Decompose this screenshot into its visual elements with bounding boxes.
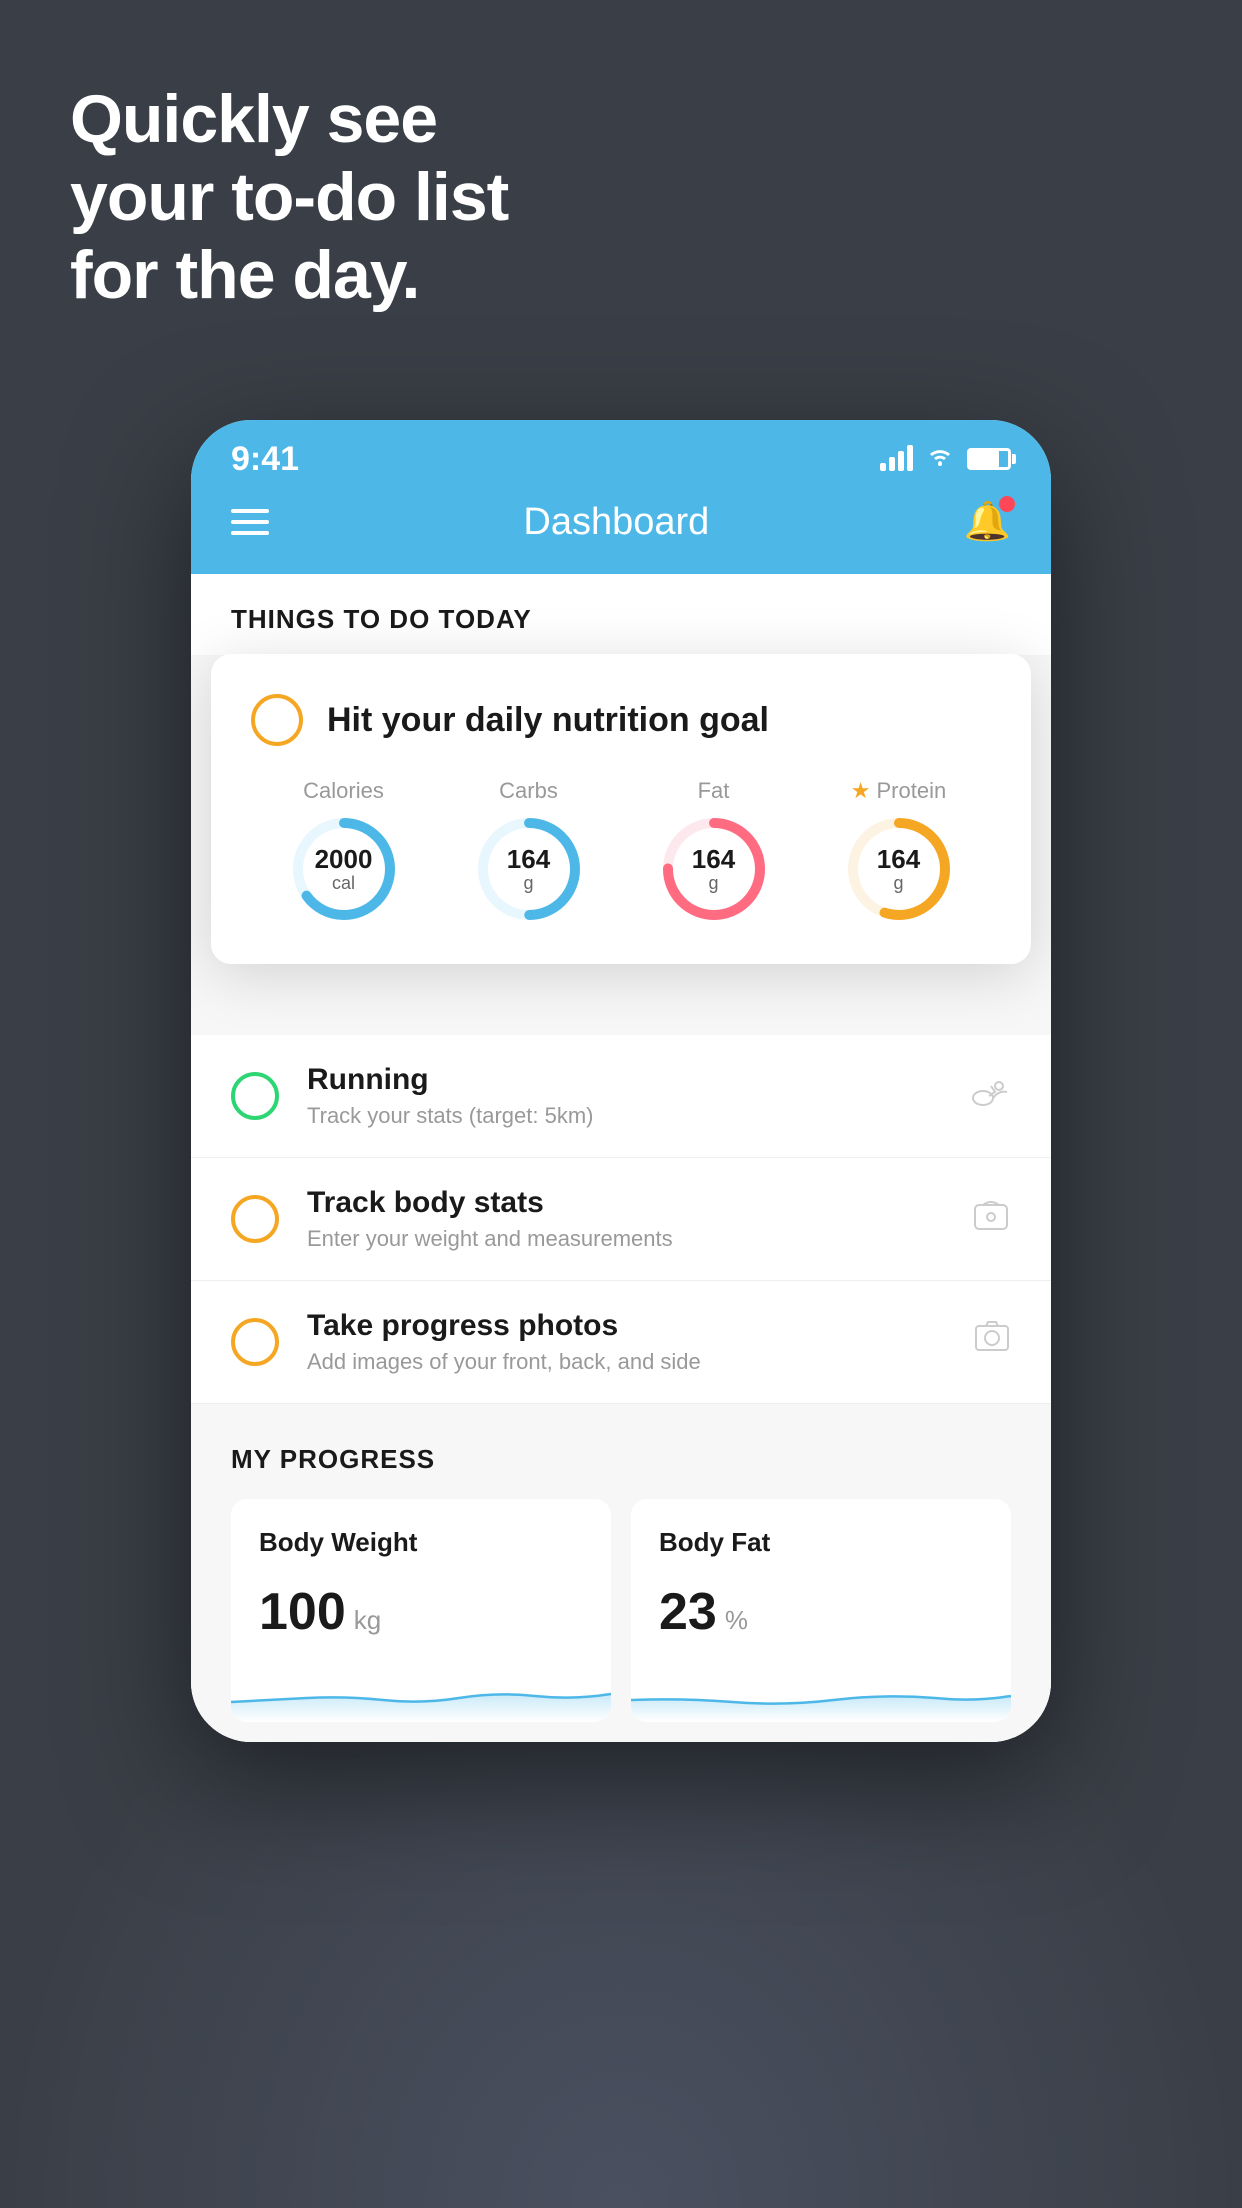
notification-button[interactable]: 🔔	[964, 500, 1011, 544]
running-icon	[971, 1076, 1011, 1117]
protein-unit: g	[877, 873, 920, 893]
phone-mockup: 9:41 Dashboard 🔔	[191, 420, 1051, 1742]
fat-label: Fat	[698, 778, 730, 804]
protein-label-row: ★ Protein	[851, 778, 946, 804]
photos-text: Take progress photos Add images of your …	[307, 1309, 945, 1375]
fat-value: 164	[692, 845, 735, 874]
nutrition-card: Hit your daily nutrition goal Calories 2…	[211, 654, 1031, 964]
running-title: Running	[307, 1063, 943, 1097]
running-text: Running Track your stats (target: 5km)	[307, 1063, 943, 1129]
protein-value: 164	[877, 845, 920, 874]
body-fat-unit: %	[725, 1605, 748, 1636]
body-fat-value: 23	[659, 1582, 717, 1642]
body-stats-title: Track body stats	[307, 1186, 943, 1220]
todo-list: Running Track your stats (target: 5km)	[191, 1035, 1051, 1404]
section-header: THINGS TO DO TODAY	[191, 574, 1051, 655]
todo-item-running[interactable]: Running Track your stats (target: 5km)	[191, 1035, 1051, 1158]
running-subtitle: Track your stats (target: 5km)	[307, 1103, 943, 1129]
body-weight-unit: kg	[354, 1605, 381, 1636]
nutrition-fat: Fat 164 g	[659, 778, 769, 924]
body-stats-text: Track body stats Enter your weight and m…	[307, 1186, 943, 1252]
scale-icon	[971, 1197, 1011, 1242]
progress-header: MY PROGRESS	[231, 1444, 1011, 1475]
todo-item-body-stats[interactable]: Track body stats Enter your weight and m…	[191, 1158, 1051, 1281]
carbs-value: 164	[507, 845, 550, 874]
carbs-ring: 164 g	[474, 814, 584, 924]
body-weight-card: Body Weight 100 kg	[231, 1499, 611, 1722]
fat-ring: 164 g	[659, 814, 769, 924]
carbs-label: Carbs	[499, 778, 558, 804]
body-weight-title: Body Weight	[259, 1527, 583, 1558]
status-icons	[880, 444, 1011, 474]
photos-circle	[231, 1318, 279, 1366]
body-fat-title: Body Fat	[659, 1527, 983, 1558]
photos-title: Take progress photos	[307, 1309, 945, 1343]
body-weight-value: 100	[259, 1582, 346, 1642]
body-weight-chart	[231, 1662, 611, 1722]
calories-ring: 2000 cal	[289, 814, 399, 924]
battery-icon	[967, 448, 1011, 470]
main-content: THINGS TO DO TODAY Hit your daily nutrit…	[191, 574, 1051, 1742]
protein-ring: 164 g	[844, 814, 954, 924]
nutrition-card-title: Hit your daily nutrition goal	[327, 701, 769, 740]
nutrition-protein: ★ Protein 164 g	[844, 778, 954, 924]
nutrition-circles: Calories 2000 cal Carbs	[251, 778, 991, 924]
body-fat-card: Body Fat 23 %	[631, 1499, 1011, 1722]
photo-icon	[973, 1320, 1011, 1365]
notification-dot	[999, 496, 1015, 512]
calories-value: 2000	[315, 845, 373, 874]
menu-button[interactable]	[231, 509, 269, 535]
task-circle-nutrition[interactable]	[251, 694, 303, 746]
nutrition-carbs: Carbs 164 g	[474, 778, 584, 924]
nav-bar: Dashboard 🔔	[191, 490, 1051, 574]
star-icon: ★	[851, 778, 871, 804]
status-bar: 9:41	[191, 420, 1051, 490]
nav-title: Dashboard	[523, 501, 709, 544]
running-circle	[231, 1072, 279, 1120]
fat-unit: g	[692, 873, 735, 893]
photos-subtitle: Add images of your front, back, and side	[307, 1349, 945, 1375]
progress-section: MY PROGRESS Body Weight 100 kg	[191, 1404, 1051, 1742]
hero-title: Quickly see your to-do list for the day.	[70, 80, 508, 315]
body-fat-value-row: 23 %	[659, 1582, 983, 1642]
signal-icon	[880, 447, 913, 471]
nutrition-calories: Calories 2000 cal	[289, 778, 399, 924]
wifi-icon	[925, 444, 955, 474]
body-fat-chart	[631, 1662, 1011, 1722]
todo-item-photos[interactable]: Take progress photos Add images of your …	[191, 1281, 1051, 1404]
status-time: 9:41	[231, 440, 299, 479]
body-weight-value-row: 100 kg	[259, 1582, 583, 1642]
carbs-unit: g	[507, 873, 550, 893]
body-stats-subtitle: Enter your weight and measurements	[307, 1226, 943, 1252]
calories-unit: cal	[315, 873, 373, 893]
protein-label: Protein	[877, 778, 947, 804]
progress-cards: Body Weight 100 kg	[231, 1499, 1011, 1722]
calories-label: Calories	[303, 778, 384, 804]
body-stats-circle	[231, 1195, 279, 1243]
